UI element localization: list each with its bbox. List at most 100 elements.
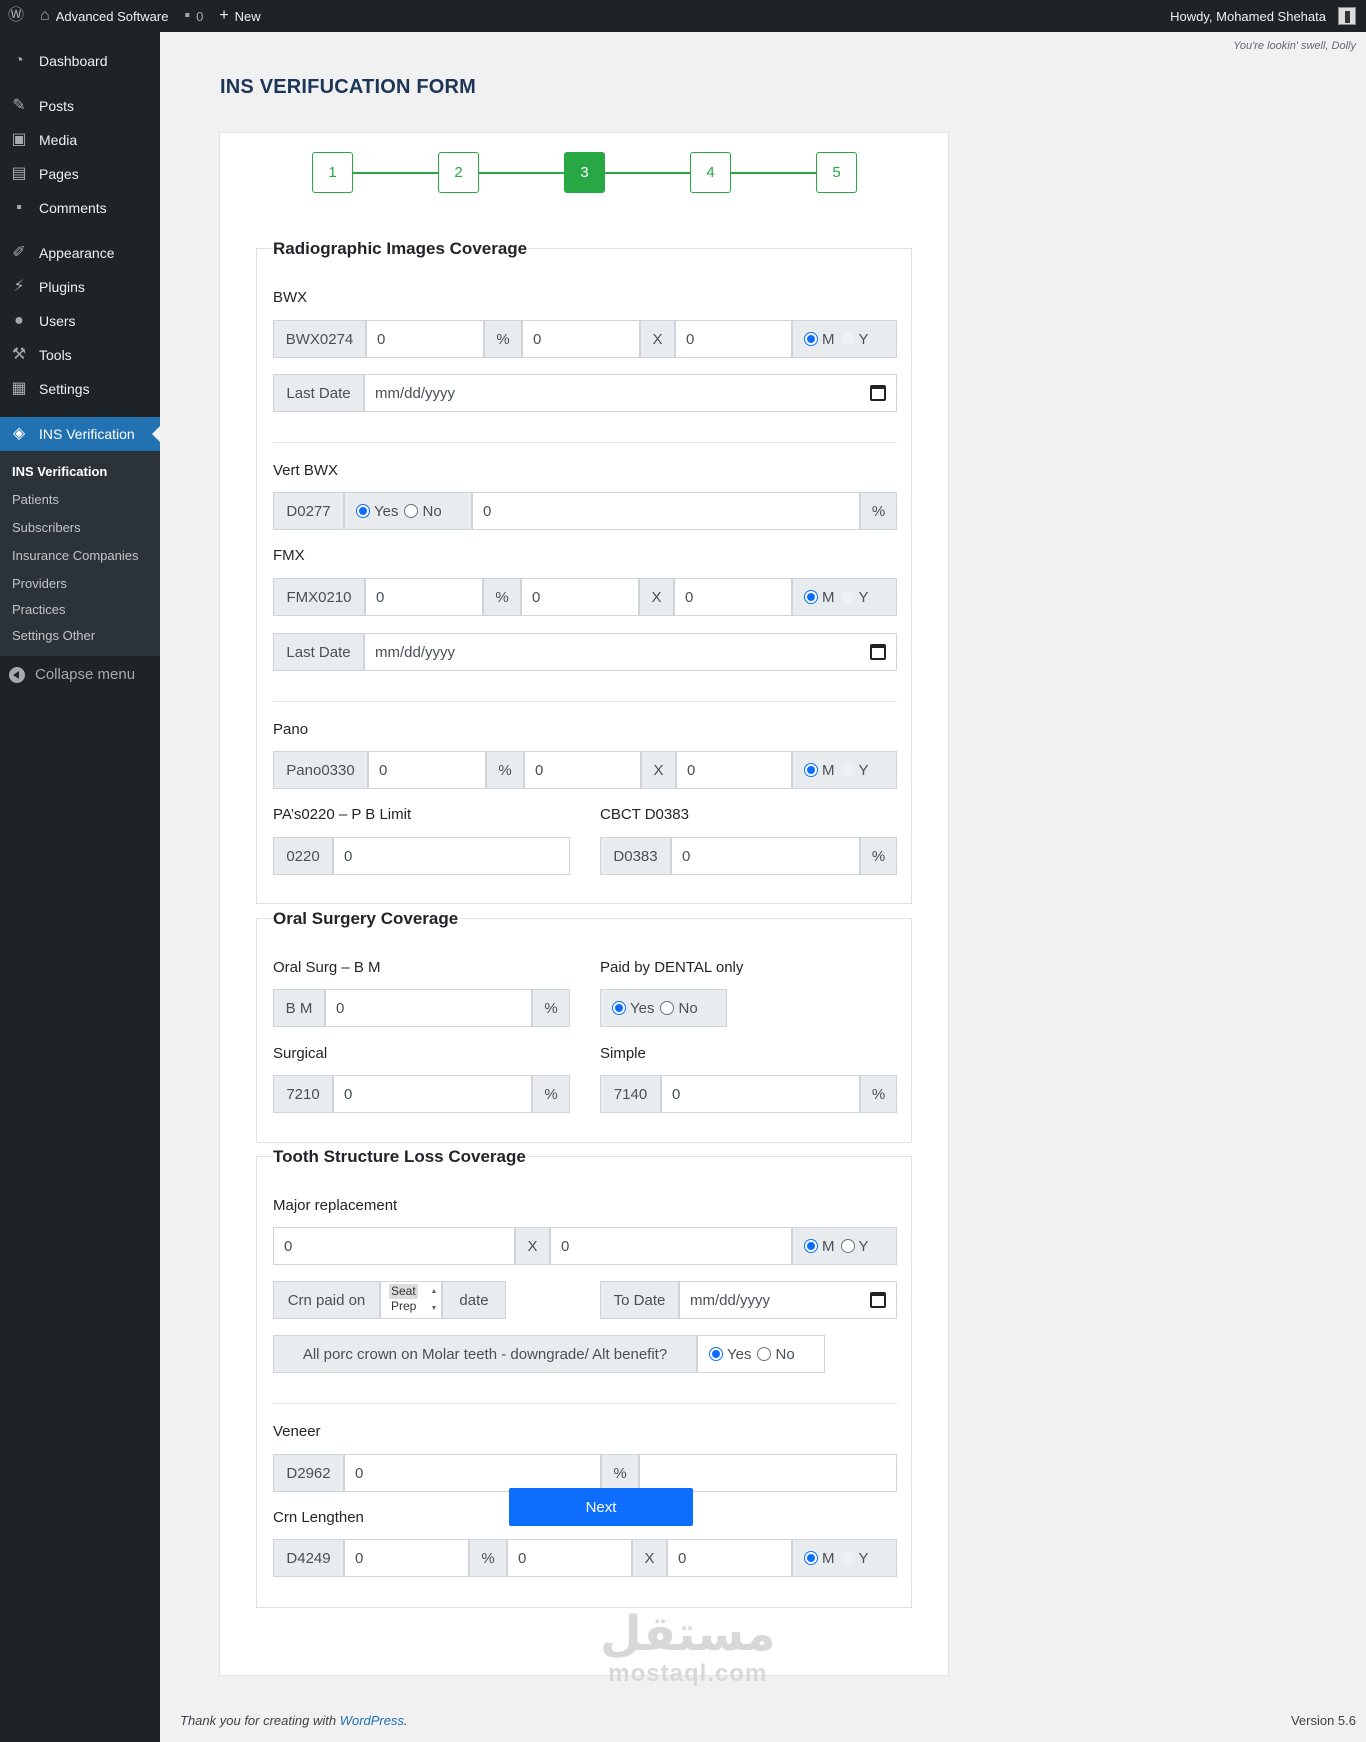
section-legend: Radiographic Images Coverage [273,238,530,260]
calendar-icon[interactable] [870,644,886,660]
sidebar-item-posts[interactable]: ✎ Posts [0,89,160,123]
step-2[interactable]: 2 [438,152,479,193]
sidebar-item-label: Settings [39,381,90,397]
bwx-percent-input[interactable] [366,320,484,358]
fmx-percent-input[interactable] [365,578,483,616]
sidebar-item-plugins[interactable]: ⚡ Plugins [0,270,160,304]
seat-prep-select[interactable]: Seat Prep ▲ ▼ [380,1281,442,1319]
step-5[interactable]: 5 [816,152,857,193]
radio-label: M [822,588,835,606]
spinner-arrows[interactable]: ▲ ▼ [428,1284,440,1316]
veneer-group: D2962 % [273,1454,897,1492]
fmx-count-input[interactable] [521,578,639,616]
submenu-providers[interactable]: Providers [0,570,160,598]
pano-m-radio[interactable]: M [804,762,835,779]
bwx-last-date-input[interactable]: mm/dd/yyyy [364,374,897,412]
bwx-code: BWX0274 [273,320,366,358]
comment-bubble-icon: ▪ [184,7,191,24]
vert-yes-radio[interactable]: Yes [356,503,398,520]
percent-addon: % [860,837,897,875]
major-y-radio[interactable]: Y [840,1238,869,1255]
submenu-subscribers[interactable]: Subscribers [0,514,160,542]
crn-lengthen-m-radio[interactable]: M [804,1550,835,1567]
wp-logo-menu[interactable]: Ⓦ [0,0,32,32]
radio-label: Yes [727,1345,752,1363]
bwx-y-radio[interactable]: Y [840,331,869,348]
oral-surg-bm-label: Oral Surg – B M [273,959,381,976]
surgical-percent-input[interactable] [333,1075,532,1113]
paid-by-dental-label: Paid by DENTAL only [600,959,744,976]
paid-yes-radio[interactable]: Yes [612,1000,654,1017]
oral-bm-percent-input[interactable] [325,989,532,1027]
fmx-y-radio[interactable]: Y [840,588,869,606]
sidebar-item-ins-verification[interactable]: ◈ INS Verification [0,417,160,451]
sidebar-item-settings[interactable]: ▦ Settings [0,372,160,406]
pano-count-input[interactable] [524,751,641,789]
fmx-period-input[interactable] [674,578,792,616]
bwx-m-radio[interactable]: M [804,331,835,348]
submenu-settings-other[interactable]: Settings Other [0,622,160,650]
step-3[interactable]: 3 [564,152,605,193]
pano-period-input[interactable] [676,751,792,789]
step-1[interactable]: 1 [312,152,353,193]
major-m-radio[interactable]: M [804,1238,835,1255]
pano-percent-input[interactable] [368,751,486,789]
sidebar-item-dashboard[interactable]: ◔ Dashboard [0,44,160,78]
fmx-last-date-input[interactable]: mm/dd/yyyy [364,633,897,671]
radio-label: Y [858,761,869,779]
new-content-menu[interactable]: + New [211,0,268,32]
last-date-addon: Last Date [273,374,364,412]
crn-lengthen-y-radio[interactable]: Y [840,1550,869,1567]
wordpress-link[interactable]: WordPress [340,1713,404,1728]
calendar-icon[interactable] [870,1292,886,1308]
submenu-insurance-companies[interactable]: Insurance Companies [0,542,160,570]
submenu-patients[interactable]: Patients [0,486,160,514]
fmx-m-radio[interactable]: M [804,589,835,606]
cbct-percent-input[interactable] [671,837,860,875]
next-button[interactable]: Next [509,1488,693,1526]
pano-y-radio[interactable]: Y [840,761,869,779]
spin-down-icon[interactable]: ▼ [431,1301,438,1316]
crn-lengthen-percent-input[interactable] [344,1539,469,1577]
step-4[interactable]: 4 [690,152,731,193]
site-name-menu[interactable]: ⌂ Advanced Software [32,0,176,32]
bwx-period-input[interactable] [675,320,792,358]
collapse-menu-button[interactable]: Collapse menu [0,656,160,693]
submenu-ins-verification[interactable]: INS Verification [0,458,160,486]
select-option[interactable]: Prep [389,1299,418,1314]
vert-no-radio[interactable]: No [404,503,442,520]
to-date-input[interactable]: mm/dd/yyyy [679,1281,897,1319]
radio-label: Y [858,588,869,606]
calendar-icon[interactable] [870,385,886,401]
sidebar-item-pages[interactable]: ▤ Pages [0,157,160,191]
crn-lengthen-period-input[interactable] [667,1539,792,1577]
sidebar-item-media[interactable]: ▣ Media [0,123,160,157]
porc-no-radio[interactable]: No [757,1346,795,1363]
site-name: Advanced Software [55,8,169,24]
major-count-input[interactable] [273,1227,515,1265]
simple-percent-input[interactable] [661,1075,860,1113]
bm-code: B M [273,989,325,1027]
submenu-practices[interactable]: Practices [0,598,160,622]
crn-lengthen-count-input[interactable] [507,1539,632,1577]
sidebar-item-comments[interactable]: ▪ Comments [0,191,160,225]
pas-group: 0220 [273,837,570,875]
veneer-extra-input[interactable] [639,1454,897,1492]
comments-menu[interactable]: ▪ 0 [176,0,211,32]
porc-yes-radio[interactable]: Yes [709,1346,751,1363]
veneer-percent-input[interactable] [344,1454,601,1492]
vert-percent-input[interactable] [472,492,860,530]
sidebar-item-users[interactable]: ● Users [0,304,160,338]
bwx-count-input[interactable] [522,320,640,358]
pas-input[interactable] [333,837,570,875]
account-menu[interactable]: Howdy, Mohamed Shehata [1162,0,1366,32]
spin-up-icon[interactable]: ▲ [431,1284,438,1299]
paid-no-radio[interactable]: No [660,1000,698,1017]
x-addon: X [641,751,676,789]
sidebar-item-tools[interactable]: ⚒ Tools [0,338,160,372]
x-addon: X [632,1539,667,1577]
howdy-text: Howdy, Mohamed Shehata [1170,8,1326,24]
major-period-input[interactable] [550,1227,792,1265]
select-option[interactable]: Seat [389,1284,418,1299]
sidebar-item-appearance[interactable]: ✐ Appearance [0,236,160,270]
